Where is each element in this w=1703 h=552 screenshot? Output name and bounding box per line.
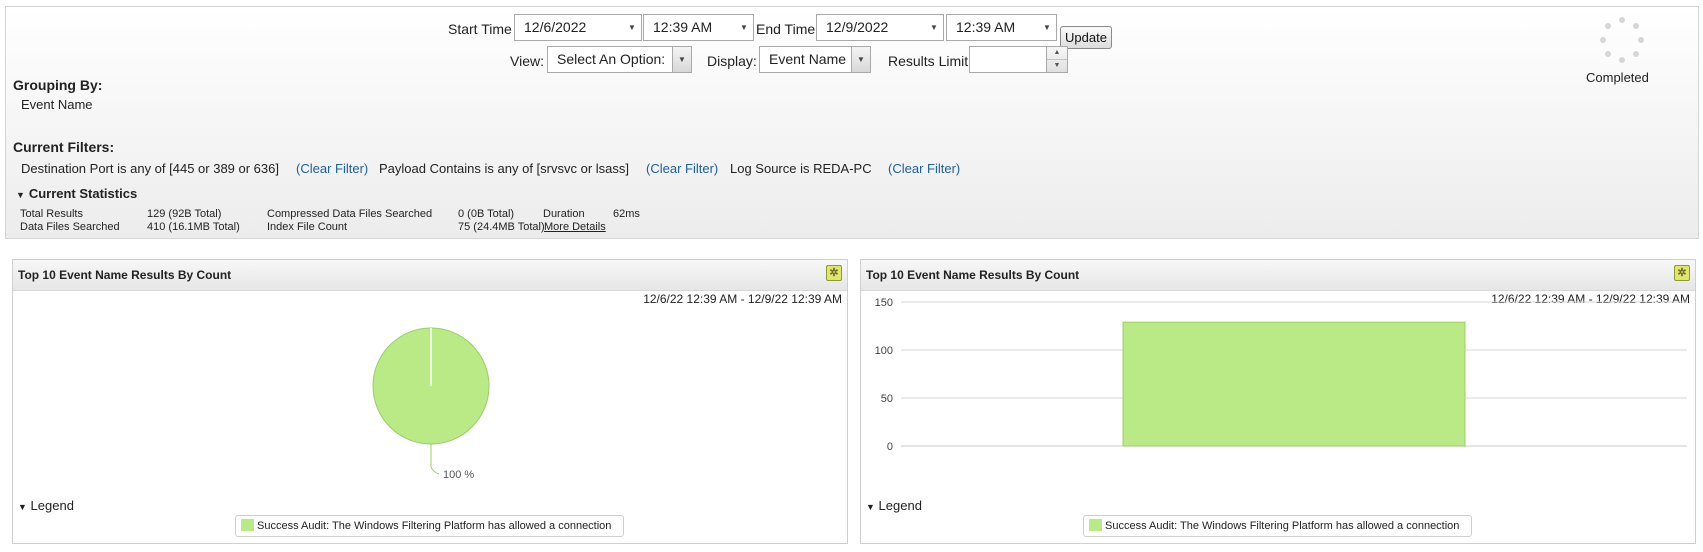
chevron-down-icon: ▼ — [851, 47, 870, 72]
duration-label: Duration — [543, 208, 585, 220]
start-time-select[interactable]: 12:39 AM ▼ — [643, 14, 754, 41]
pie-chart: 100 % — [372, 327, 490, 481]
chevron-down-icon: ▼ — [628, 23, 636, 32]
legend-label: Legend — [30, 498, 74, 513]
display-select[interactable]: Event Name ▼ — [759, 46, 871, 73]
legend-item-label: Success Audit: The Windows Filtering Pla… — [257, 520, 612, 532]
data-files-value: 410 (16.1MB Total) — [147, 221, 240, 233]
total-results-value: 129 (92B Total) — [147, 208, 222, 220]
grouping-heading: Grouping By: — [13, 77, 103, 93]
filter-text: Log Source is REDA-PC — [730, 161, 872, 176]
clear-filter-link[interactable]: (Clear Filter) — [888, 161, 960, 176]
chevron-down-icon[interactable]: ▼ — [1047, 60, 1067, 72]
legend-toggle[interactable]: ▼ Legend — [18, 498, 74, 513]
end-time-select[interactable]: 12:39 AM ▼ — [946, 14, 1057, 41]
compressed-files-label: Compressed Data Files Searched — [267, 208, 433, 220]
triangle-down-icon: ▼ — [866, 502, 875, 512]
legend-item[interactable]: Success Audit: The Windows Filtering Pla… — [1083, 515, 1472, 537]
duration-value: 62ms — [613, 208, 640, 220]
clear-filter-link[interactable]: (Clear Filter) — [296, 161, 368, 176]
gear-icon[interactable]: ✲ — [826, 265, 842, 281]
display-label: Display: — [707, 53, 757, 69]
statistics-heading: Current Statistics — [28, 186, 138, 201]
data-files-label: Data Files Searched — [20, 221, 120, 233]
y-tick-label: 50 — [881, 393, 893, 405]
end-date-select[interactable]: 12/9/2022 ▼ — [816, 14, 944, 41]
chevron-up-icon[interactable]: ▲ — [1047, 47, 1067, 60]
compressed-files-value: 0 (0B Total) — [458, 208, 515, 220]
index-file-label: Index File Count — [267, 221, 348, 233]
gear-icon[interactable]: ✲ — [1674, 265, 1690, 281]
view-label: View: — [510, 53, 544, 69]
start-date-value: 12/6/2022 — [524, 19, 587, 35]
search-controls-panel: Start Time 12/6/2022 ▼ 12:39 AM ▼ End Ti… — [5, 6, 1699, 239]
y-tick-label: 150 — [875, 297, 893, 309]
current-filters-heading: Current Filters: — [13, 139, 115, 155]
triangle-down-icon: ▼ — [16, 190, 25, 200]
grouping-value: Event Name — [21, 97, 93, 112]
card-title: Top 10 Event Name Results By Count — [18, 268, 232, 282]
results-limit-input[interactable] — [969, 46, 1048, 73]
clear-filter-link[interactable]: (Clear Filter) — [646, 161, 718, 176]
end-date-value: 12/9/2022 — [826, 19, 889, 35]
view-select[interactable]: Select An Option: ▼ — [547, 46, 692, 73]
stepper-buttons[interactable]: ▲ ▼ — [1046, 46, 1068, 73]
legend-label: Legend — [878, 498, 922, 513]
legend-item[interactable]: Success Audit: The Windows Filtering Pla… — [235, 515, 624, 537]
chevron-down-icon: ▼ — [740, 23, 748, 32]
bar-chart-card: Top 10 Event Name Results By Count ✲ 12/… — [860, 259, 1696, 544]
card-header: Top 10 Event Name Results By Count ✲ — [13, 260, 847, 291]
results-limit-stepper: ▲ ▼ — [969, 46, 1068, 73]
end-time-label: End Time — [756, 21, 816, 37]
legend-toggle[interactable]: ▼ Legend — [866, 498, 922, 513]
bar[interactable] — [1122, 321, 1466, 447]
card-title: Top 10 Event Name Results By Count — [866, 268, 1080, 282]
start-time-label: Start Time — [448, 21, 512, 37]
legend-item-label: Success Audit: The Windows Filtering Pla… — [1105, 520, 1460, 532]
end-time-value: 12:39 AM — [956, 19, 1016, 35]
total-results-label: Total Results — [20, 208, 83, 220]
legend-swatch — [241, 519, 254, 531]
statistics-toggle[interactable]: ▼ Current Statistics — [16, 185, 137, 201]
card-header: Top 10 Event Name Results By Count ✲ — [861, 260, 1695, 291]
loading-spinner-icon — [1598, 17, 1646, 65]
filter-text: Payload Contains is any of [srvsvc or ls… — [379, 161, 629, 176]
start-time-value: 12:39 AM — [653, 19, 713, 35]
view-value: Select An Option: — [557, 51, 666, 67]
triangle-down-icon: ▼ — [18, 502, 27, 512]
filter-text: Destination Port is any of [445 or 389 o… — [21, 161, 279, 176]
pie-slice-label: 100 % — [443, 469, 474, 481]
legend-swatch — [1089, 519, 1102, 531]
index-file-value: 75 (24.4MB Total) — [458, 221, 545, 233]
y-tick-label: 100 — [875, 345, 893, 357]
chevron-down-icon: ▼ — [672, 47, 691, 72]
start-date-select[interactable]: 12/6/2022 ▼ — [514, 14, 642, 41]
status-text: Completed — [1586, 70, 1649, 85]
pie-label-leader — [430, 444, 440, 475]
pie-chart-card: Top 10 Event Name Results By Count ✲ 12/… — [12, 259, 848, 544]
display-value: Event Name — [769, 51, 847, 67]
more-details-link[interactable]: More Details — [544, 221, 606, 233]
results-limit-label: Results Limit — [888, 53, 969, 69]
y-tick-label: 0 — [887, 441, 893, 453]
chevron-down-icon: ▼ — [930, 23, 938, 32]
chevron-down-icon: ▼ — [1043, 23, 1051, 32]
bar-chart: 0 50 100 150 — [875, 297, 1687, 453]
